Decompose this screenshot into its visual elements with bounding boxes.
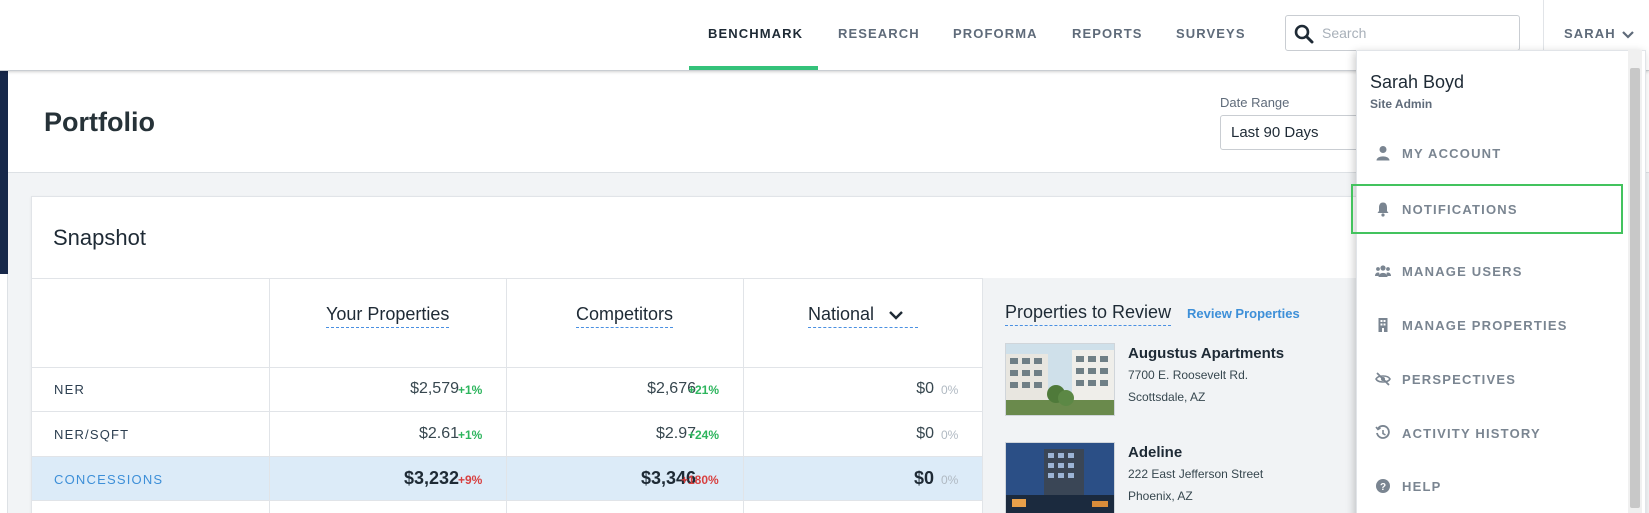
change-national-ner-sqft: 0% bbox=[941, 428, 959, 442]
search-icon bbox=[1294, 24, 1314, 44]
menu-item-label: NOTIFICATIONS bbox=[1402, 202, 1518, 217]
menu-item-activity-history[interactable]: ACTIVITY HISTORY bbox=[1357, 411, 1627, 455]
column-header-national[interactable]: National bbox=[808, 304, 918, 328]
change-your-ner: +1% bbox=[458, 383, 483, 397]
page-title: Portfolio bbox=[44, 107, 155, 137]
nav-tab-benchmark[interactable]: BENCHMARK bbox=[708, 0, 803, 71]
property-name[interactable]: Augustus Apartments bbox=[1128, 345, 1284, 362]
change-your-concessions: +9% bbox=[458, 473, 483, 487]
history-icon bbox=[1375, 425, 1390, 439]
menu-item-label: MANAGE PROPERTIES bbox=[1402, 318, 1568, 333]
eye-slash-icon bbox=[1375, 372, 1391, 386]
user-menu-label: SARAH bbox=[1564, 26, 1616, 41]
column-divider bbox=[506, 278, 507, 513]
review-title: Properties to Review bbox=[1005, 302, 1172, 326]
metric-label-ner[interactable]: NER bbox=[54, 382, 85, 397]
menu-item-perspectives[interactable]: PERSPECTIVES bbox=[1357, 357, 1627, 401]
value-your-ner: $2,579 bbox=[410, 380, 459, 397]
menu-item-manage-properties[interactable]: MANAGE PROPERTIES bbox=[1357, 303, 1627, 347]
sidebar-edge bbox=[0, 71, 8, 274]
value-comp-ner: $2,676 bbox=[647, 380, 696, 397]
column-divider bbox=[743, 278, 744, 513]
property-photo bbox=[1006, 344, 1114, 415]
value-your-concessions: $3,232 bbox=[403, 468, 459, 488]
change-your-ner-sqft: +1% bbox=[458, 428, 483, 442]
value-national-concessions: $0 bbox=[913, 468, 934, 488]
menu-item-my-account[interactable]: MY ACCOUNT bbox=[1357, 131, 1627, 175]
menu-item-label: MANAGE USERS bbox=[1402, 264, 1523, 279]
property-name[interactable]: Adeline bbox=[1128, 444, 1182, 461]
bell-icon bbox=[1377, 202, 1389, 217]
property-thumbnail[interactable] bbox=[1005, 442, 1115, 513]
nav-tab-surveys[interactable]: SURVEYS bbox=[1176, 0, 1246, 71]
value-national-ner: $0 bbox=[916, 380, 934, 397]
date-range-label: Date Range bbox=[1220, 95, 1290, 110]
column-header-your-properties[interactable]: Your Properties bbox=[326, 304, 450, 328]
value-comp-ner-sqft: $2.97 bbox=[655, 425, 696, 442]
row-divider bbox=[32, 456, 982, 457]
row-divider bbox=[32, 500, 982, 501]
menu-item-label: MY ACCOUNT bbox=[1402, 146, 1502, 161]
row-divider bbox=[32, 411, 982, 412]
user-icon bbox=[1376, 146, 1390, 161]
value-national-ner-sqft: $0 bbox=[916, 425, 934, 442]
chevron-down-icon[interactable] bbox=[889, 311, 903, 320]
svg-text:?: ? bbox=[1380, 482, 1386, 493]
user-full-name: Sarah Boyd bbox=[1370, 72, 1465, 92]
change-comp-ner: +21% bbox=[688, 383, 720, 397]
active-tab-indicator bbox=[689, 66, 818, 70]
change-national-ner: 0% bbox=[941, 383, 959, 397]
menu-item-manage-users[interactable]: MANAGE USERS bbox=[1357, 249, 1627, 293]
column-divider bbox=[269, 278, 270, 513]
change-national-concessions: 0% bbox=[941, 473, 959, 487]
property-photo bbox=[1006, 443, 1114, 513]
change-comp-ner-sqft: +24% bbox=[688, 428, 720, 442]
property-city: Scottsdale, AZ bbox=[1128, 390, 1206, 404]
row-divider bbox=[32, 367, 982, 368]
search-input[interactable] bbox=[1322, 22, 1512, 44]
menu-item-label: PERSPECTIVES bbox=[1402, 372, 1517, 387]
user-role: Site Admin bbox=[1370, 97, 1433, 111]
value-your-ner-sqft: $2.61 bbox=[418, 425, 459, 442]
nav-tab-research[interactable]: RESEARCH bbox=[838, 0, 920, 71]
users-icon bbox=[1375, 265, 1391, 277]
sidebar-edge-lower bbox=[0, 274, 8, 513]
dropdown-scrollbar[interactable] bbox=[1628, 50, 1642, 513]
menu-item-help[interactable]: ? HELP bbox=[1357, 464, 1627, 508]
review-properties-link[interactable]: Review Properties bbox=[1187, 306, 1300, 321]
metric-label-concessions[interactable]: CONCESSIONS bbox=[54, 472, 163, 487]
help-icon: ? bbox=[1376, 479, 1390, 493]
property-address: 7700 E. Roosevelt Rd. bbox=[1128, 368, 1249, 382]
row-divider bbox=[32, 278, 982, 279]
property-city: Phoenix, AZ bbox=[1128, 489, 1193, 503]
property-thumbnail[interactable] bbox=[1005, 343, 1115, 416]
nav-tab-reports[interactable]: REPORTS bbox=[1072, 0, 1143, 71]
building-icon bbox=[1378, 318, 1388, 332]
menu-item-label: ACTIVITY HISTORY bbox=[1402, 426, 1541, 441]
menu-item-notifications[interactable]: NOTIFICATIONS bbox=[1351, 184, 1623, 234]
nav-tab-proforma[interactable]: PROFORMA bbox=[953, 0, 1038, 71]
search-box[interactable] bbox=[1285, 15, 1520, 51]
snapshot-title: Snapshot bbox=[53, 225, 146, 250]
metric-label-ner-sqft[interactable]: NER/SQFT bbox=[54, 427, 129, 442]
chevron-down-icon bbox=[1621, 30, 1634, 39]
scrollbar-thumb[interactable] bbox=[1630, 68, 1640, 508]
change-comp-concessions: +180% bbox=[681, 473, 719, 487]
user-dropdown-menu: Sarah Boyd Site Admin MY ACCOUNT NOTIFIC… bbox=[1351, 50, 1646, 513]
column-header-national-label: National bbox=[808, 304, 875, 324]
property-address: 222 East Jefferson Street bbox=[1128, 467, 1264, 481]
menu-item-label: HELP bbox=[1402, 479, 1442, 494]
column-header-competitors[interactable]: Competitors bbox=[576, 304, 674, 328]
